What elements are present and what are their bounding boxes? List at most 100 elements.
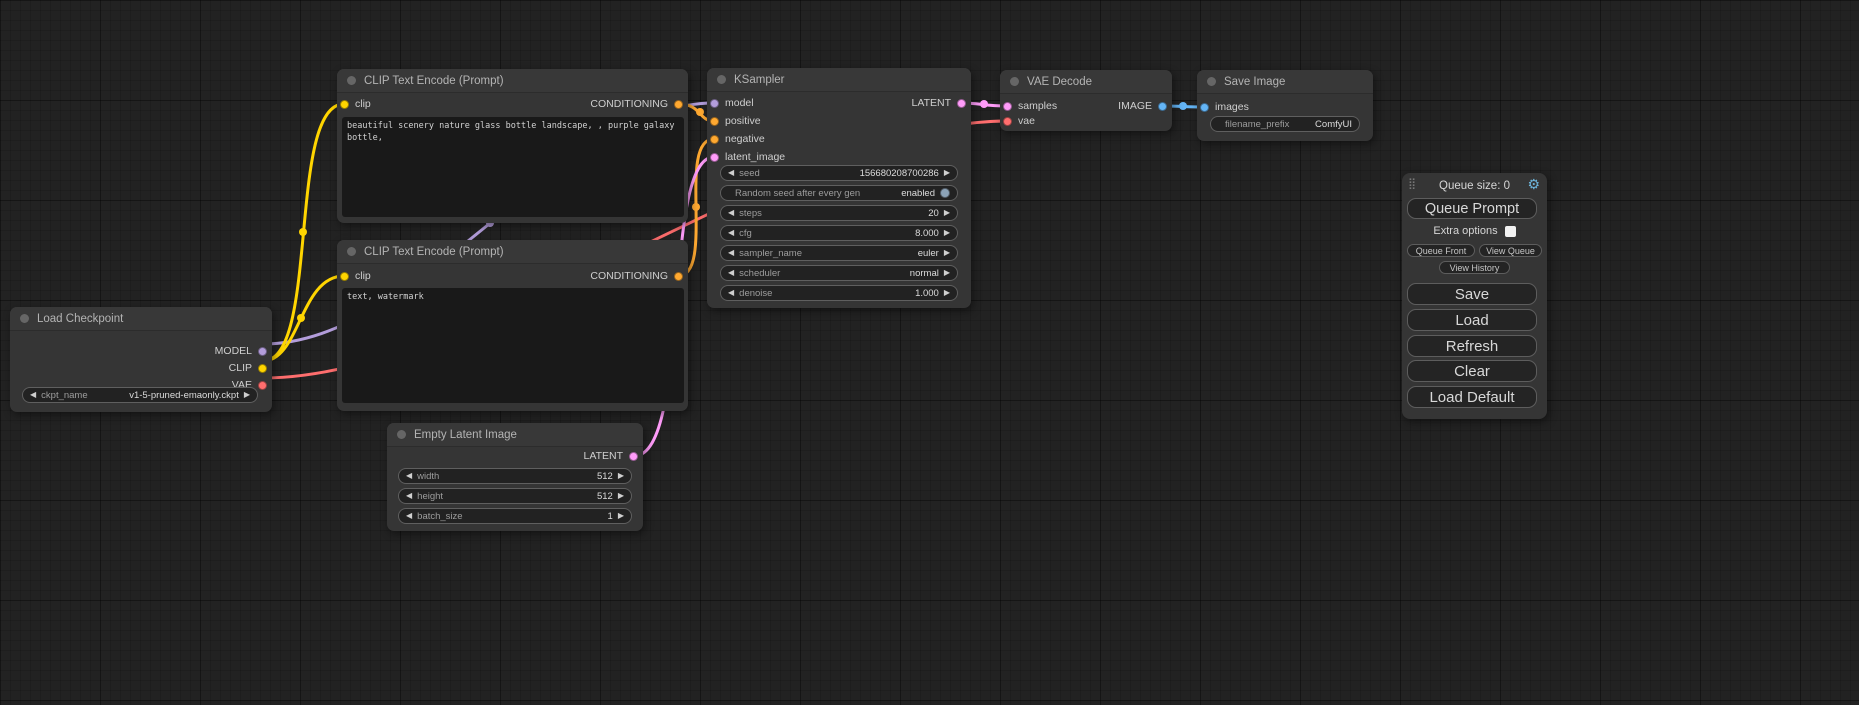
collapse-dot-icon[interactable] (1010, 77, 1019, 86)
decrement-icon[interactable]: ◀ (728, 229, 734, 237)
decrement-icon[interactable]: ◀ (728, 289, 734, 297)
decrement-icon[interactable]: ◀ (728, 249, 734, 257)
input-slot-images[interactable]: images (1200, 100, 1249, 114)
node-clip-text-encode-negative[interactable]: CLIP Text Encode (Prompt) clip CONDITION… (337, 240, 688, 411)
node-ksampler[interactable]: KSampler model positive negative latent_… (707, 68, 971, 308)
model-input-port[interactable] (710, 99, 719, 108)
input-slot-vae[interactable]: vae (1003, 114, 1035, 128)
view-queue-button[interactable]: View Queue (1479, 244, 1542, 257)
ckpt-name-widget[interactable]: ◀ ckpt_name v1-5-pruned-emaonly.ckpt ▶ (22, 387, 258, 403)
node-load-checkpoint[interactable]: Load Checkpoint MODEL CLIP VAE ◀ ckpt_na… (10, 307, 272, 412)
node-title-bar[interactable]: CLIP Text Encode (Prompt) (337, 69, 688, 93)
load-default-button[interactable]: Load Default (1407, 386, 1537, 408)
node-title-bar[interactable]: VAE Decode (1000, 70, 1172, 94)
node-clip-text-encode-positive[interactable]: CLIP Text Encode (Prompt) clip CONDITION… (337, 69, 688, 223)
negative-input-port[interactable] (710, 135, 719, 144)
node-title-bar[interactable]: Load Checkpoint (10, 307, 272, 331)
samples-input-port[interactable] (1003, 102, 1012, 111)
toggle-knob-icon[interactable] (940, 188, 950, 198)
model-output-port[interactable] (258, 347, 267, 356)
increment-icon[interactable]: ▶ (618, 492, 624, 500)
increment-icon[interactable]: ▶ (618, 512, 624, 520)
decrement-icon[interactable]: ◀ (406, 512, 412, 520)
increment-icon[interactable]: ▶ (944, 249, 950, 257)
random-seed-toggle-widget[interactable]: Random seed after every gen enabled (720, 185, 958, 201)
input-slot-latent-image[interactable]: latent_image (710, 150, 785, 164)
scheduler-widget[interactable]: ◀ scheduler normal ▶ (720, 265, 958, 281)
node-title-bar[interactable]: CLIP Text Encode (Prompt) (337, 240, 688, 264)
node-save-image[interactable]: Save Image images filename_prefix ComfyU… (1197, 70, 1373, 141)
extra-options-checkbox[interactable] (1505, 226, 1516, 237)
output-slot-conditioning[interactable]: CONDITIONING (590, 97, 683, 111)
queue-front-button[interactable]: Queue Front (1407, 244, 1475, 257)
prompt-text-area[interactable]: beautiful scenery nature glass bottle la… (342, 117, 684, 217)
node-graph-canvas[interactable]: Load Checkpoint MODEL CLIP VAE ◀ ckpt_na… (0, 0, 1859, 705)
width-widget[interactable]: ◀ width 512 ▶ (398, 468, 632, 484)
input-slot-clip[interactable]: clip (340, 269, 371, 283)
latent-output-port[interactable] (957, 99, 966, 108)
denoise-widget[interactable]: ◀ denoise 1.000 ▶ (720, 285, 958, 301)
decrement-icon[interactable]: ◀ (728, 169, 734, 177)
decrement-icon[interactable]: ◀ (30, 391, 36, 399)
collapse-dot-icon[interactable] (1207, 77, 1216, 86)
clear-button[interactable]: Clear (1407, 360, 1537, 382)
node-title-bar[interactable]: Empty Latent Image (387, 423, 643, 447)
output-slot-latent[interactable]: LATENT (584, 449, 638, 463)
collapse-dot-icon[interactable] (347, 247, 356, 256)
node-title-bar[interactable]: KSampler (707, 68, 971, 92)
latent-output-port[interactable] (629, 452, 638, 461)
input-slot-clip[interactable]: clip (340, 97, 371, 111)
clip-output-port[interactable] (258, 364, 267, 373)
image-output-port[interactable] (1158, 102, 1167, 111)
decrement-icon[interactable]: ◀ (728, 209, 734, 217)
input-slot-positive[interactable]: positive (710, 114, 761, 128)
output-slot-image[interactable]: IMAGE (1118, 99, 1167, 113)
sampler-name-widget[interactable]: ◀ sampler_name euler ▶ (720, 245, 958, 261)
settings-gear-icon[interactable]: ⚙ (1527, 177, 1540, 191)
clip-input-port[interactable] (340, 100, 349, 109)
vae-input-port[interactable] (1003, 117, 1012, 126)
collapse-dot-icon[interactable] (397, 430, 406, 439)
collapse-dot-icon[interactable] (717, 75, 726, 84)
node-empty-latent-image[interactable]: Empty Latent Image LATENT ◀ width 512 ▶ … (387, 423, 643, 531)
clip-input-port[interactable] (340, 272, 349, 281)
input-slot-samples[interactable]: samples (1003, 99, 1057, 113)
refresh-button[interactable]: Refresh (1407, 335, 1537, 357)
positive-input-port[interactable] (710, 117, 719, 126)
output-slot-model[interactable]: MODEL (215, 344, 267, 358)
conditioning-output-port[interactable] (674, 272, 683, 281)
vae-output-port[interactable] (258, 381, 267, 390)
collapse-dot-icon[interactable] (347, 76, 356, 85)
output-slot-conditioning[interactable]: CONDITIONING (590, 269, 683, 283)
decrement-icon[interactable]: ◀ (406, 472, 412, 480)
filename-prefix-widget[interactable]: filename_prefix ComfyUI (1210, 116, 1360, 132)
input-slot-negative[interactable]: negative (710, 132, 765, 146)
queue-prompt-button[interactable]: Queue Prompt (1407, 198, 1537, 219)
increment-icon[interactable]: ▶ (944, 269, 950, 277)
output-slot-clip[interactable]: CLIP (229, 361, 267, 375)
node-vae-decode[interactable]: VAE Decode samples vae IMAGE (1000, 70, 1172, 131)
save-button[interactable]: Save (1407, 283, 1537, 305)
batch-size-widget[interactable]: ◀ batch_size 1 ▶ (398, 508, 632, 524)
conditioning-output-port[interactable] (674, 100, 683, 109)
collapse-dot-icon[interactable] (20, 314, 29, 323)
seed-widget[interactable]: ◀ seed 156680208700286 ▶ (720, 165, 958, 181)
decrement-icon[interactable]: ◀ (406, 492, 412, 500)
images-input-port[interactable] (1200, 103, 1209, 112)
view-history-button[interactable]: View History (1439, 261, 1510, 274)
increment-icon[interactable]: ▶ (618, 472, 624, 480)
decrement-icon[interactable]: ◀ (728, 269, 734, 277)
increment-icon[interactable]: ▶ (944, 209, 950, 217)
latent-image-input-port[interactable] (710, 153, 719, 162)
increment-icon[interactable]: ▶ (944, 169, 950, 177)
prompt-text-area[interactable]: text, watermark (342, 288, 684, 403)
load-button[interactable]: Load (1407, 309, 1537, 331)
cfg-widget[interactable]: ◀ cfg 8.000 ▶ (720, 225, 958, 241)
output-slot-latent[interactable]: LATENT (912, 96, 966, 110)
increment-icon[interactable]: ▶ (244, 391, 250, 399)
input-slot-model[interactable]: model (710, 96, 754, 110)
node-title-bar[interactable]: Save Image (1197, 70, 1373, 94)
steps-widget[interactable]: ◀ steps 20 ▶ (720, 205, 958, 221)
height-widget[interactable]: ◀ height 512 ▶ (398, 488, 632, 504)
increment-icon[interactable]: ▶ (944, 289, 950, 297)
